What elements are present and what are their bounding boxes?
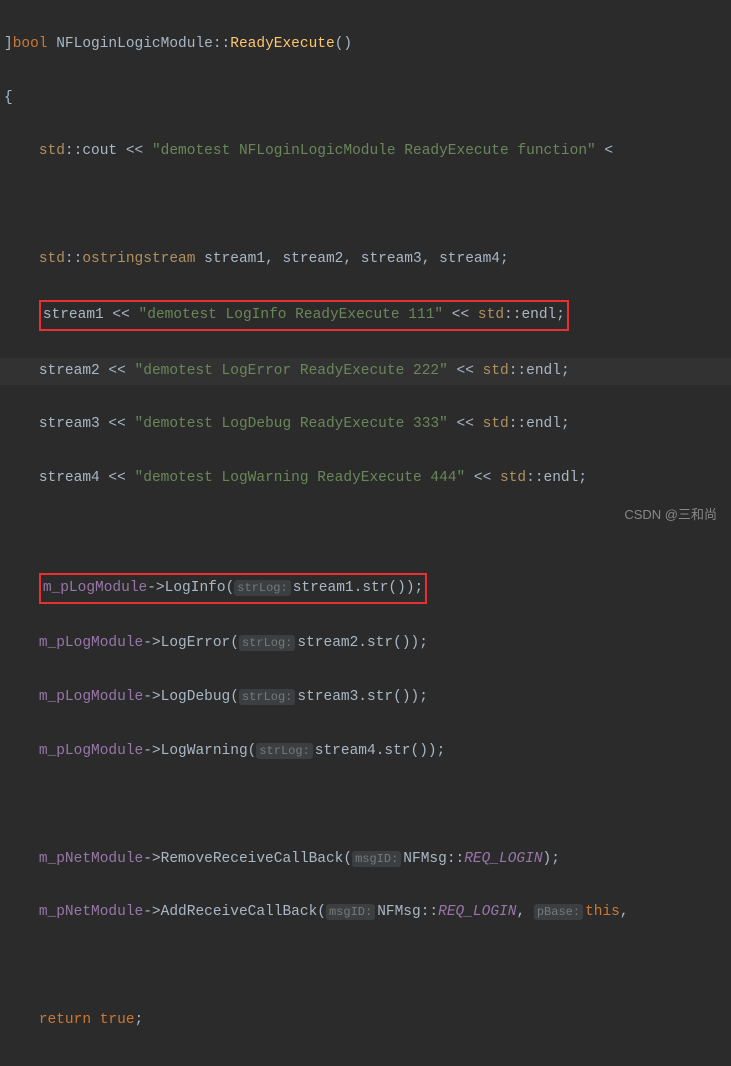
code-line-blank: [0, 953, 731, 980]
code-line-9: stream4 << "demotest LogWarning ReadyExe…: [0, 465, 731, 492]
code-line-17: m_pNetModule->AddReceiveCallBack(msgID:N…: [0, 899, 731, 926]
code-line-blank: [0, 792, 731, 819]
code-line-blank: [0, 192, 731, 219]
code-line-6: stream1 << "demotest LogInfo ReadyExecut…: [0, 300, 731, 331]
code-line-13: m_pLogModule->LogDebug(strLog:stream3.st…: [0, 684, 731, 711]
highlight-box-2: m_pLogModule->LogInfo(strLog:stream1.str…: [39, 573, 427, 604]
code-line-3: std::cout << "demotest NFLoginLogicModul…: [0, 138, 731, 165]
code-line-7: stream2 << "demotest LogError ReadyExecu…: [0, 358, 731, 385]
highlight-box-1: stream1 << "demotest LogInfo ReadyExecut…: [39, 300, 569, 331]
code-line-14: m_pLogModule->LogWarning(strLog:stream4.…: [0, 738, 731, 765]
code-line-blank: [0, 519, 731, 546]
code-line-11: m_pLogModule->LogInfo(strLog:stream1.str…: [0, 573, 731, 604]
watermark: CSDN @三和尚: [624, 503, 717, 527]
code-line-12: m_pLogModule->LogError(strLog:stream2.st…: [0, 630, 731, 657]
code-line-1: ]bool NFLoginLogicModule::ReadyExecute(): [0, 31, 731, 58]
code-line-16: m_pNetModule->RemoveReceiveCallBack(msgI…: [0, 846, 731, 873]
code-line-19: return true;: [0, 1007, 731, 1034]
code-line-8: stream3 << "demotest LogDebug ReadyExecu…: [0, 411, 731, 438]
code-editor[interactable]: ]bool NFLoginLogicModule::ReadyExecute()…: [0, 0, 731, 1066]
code-line-5: std::ostringstream stream1, stream2, str…: [0, 246, 731, 273]
code-line-20: }: [0, 1061, 731, 1066]
code-line-2: {: [0, 85, 731, 112]
